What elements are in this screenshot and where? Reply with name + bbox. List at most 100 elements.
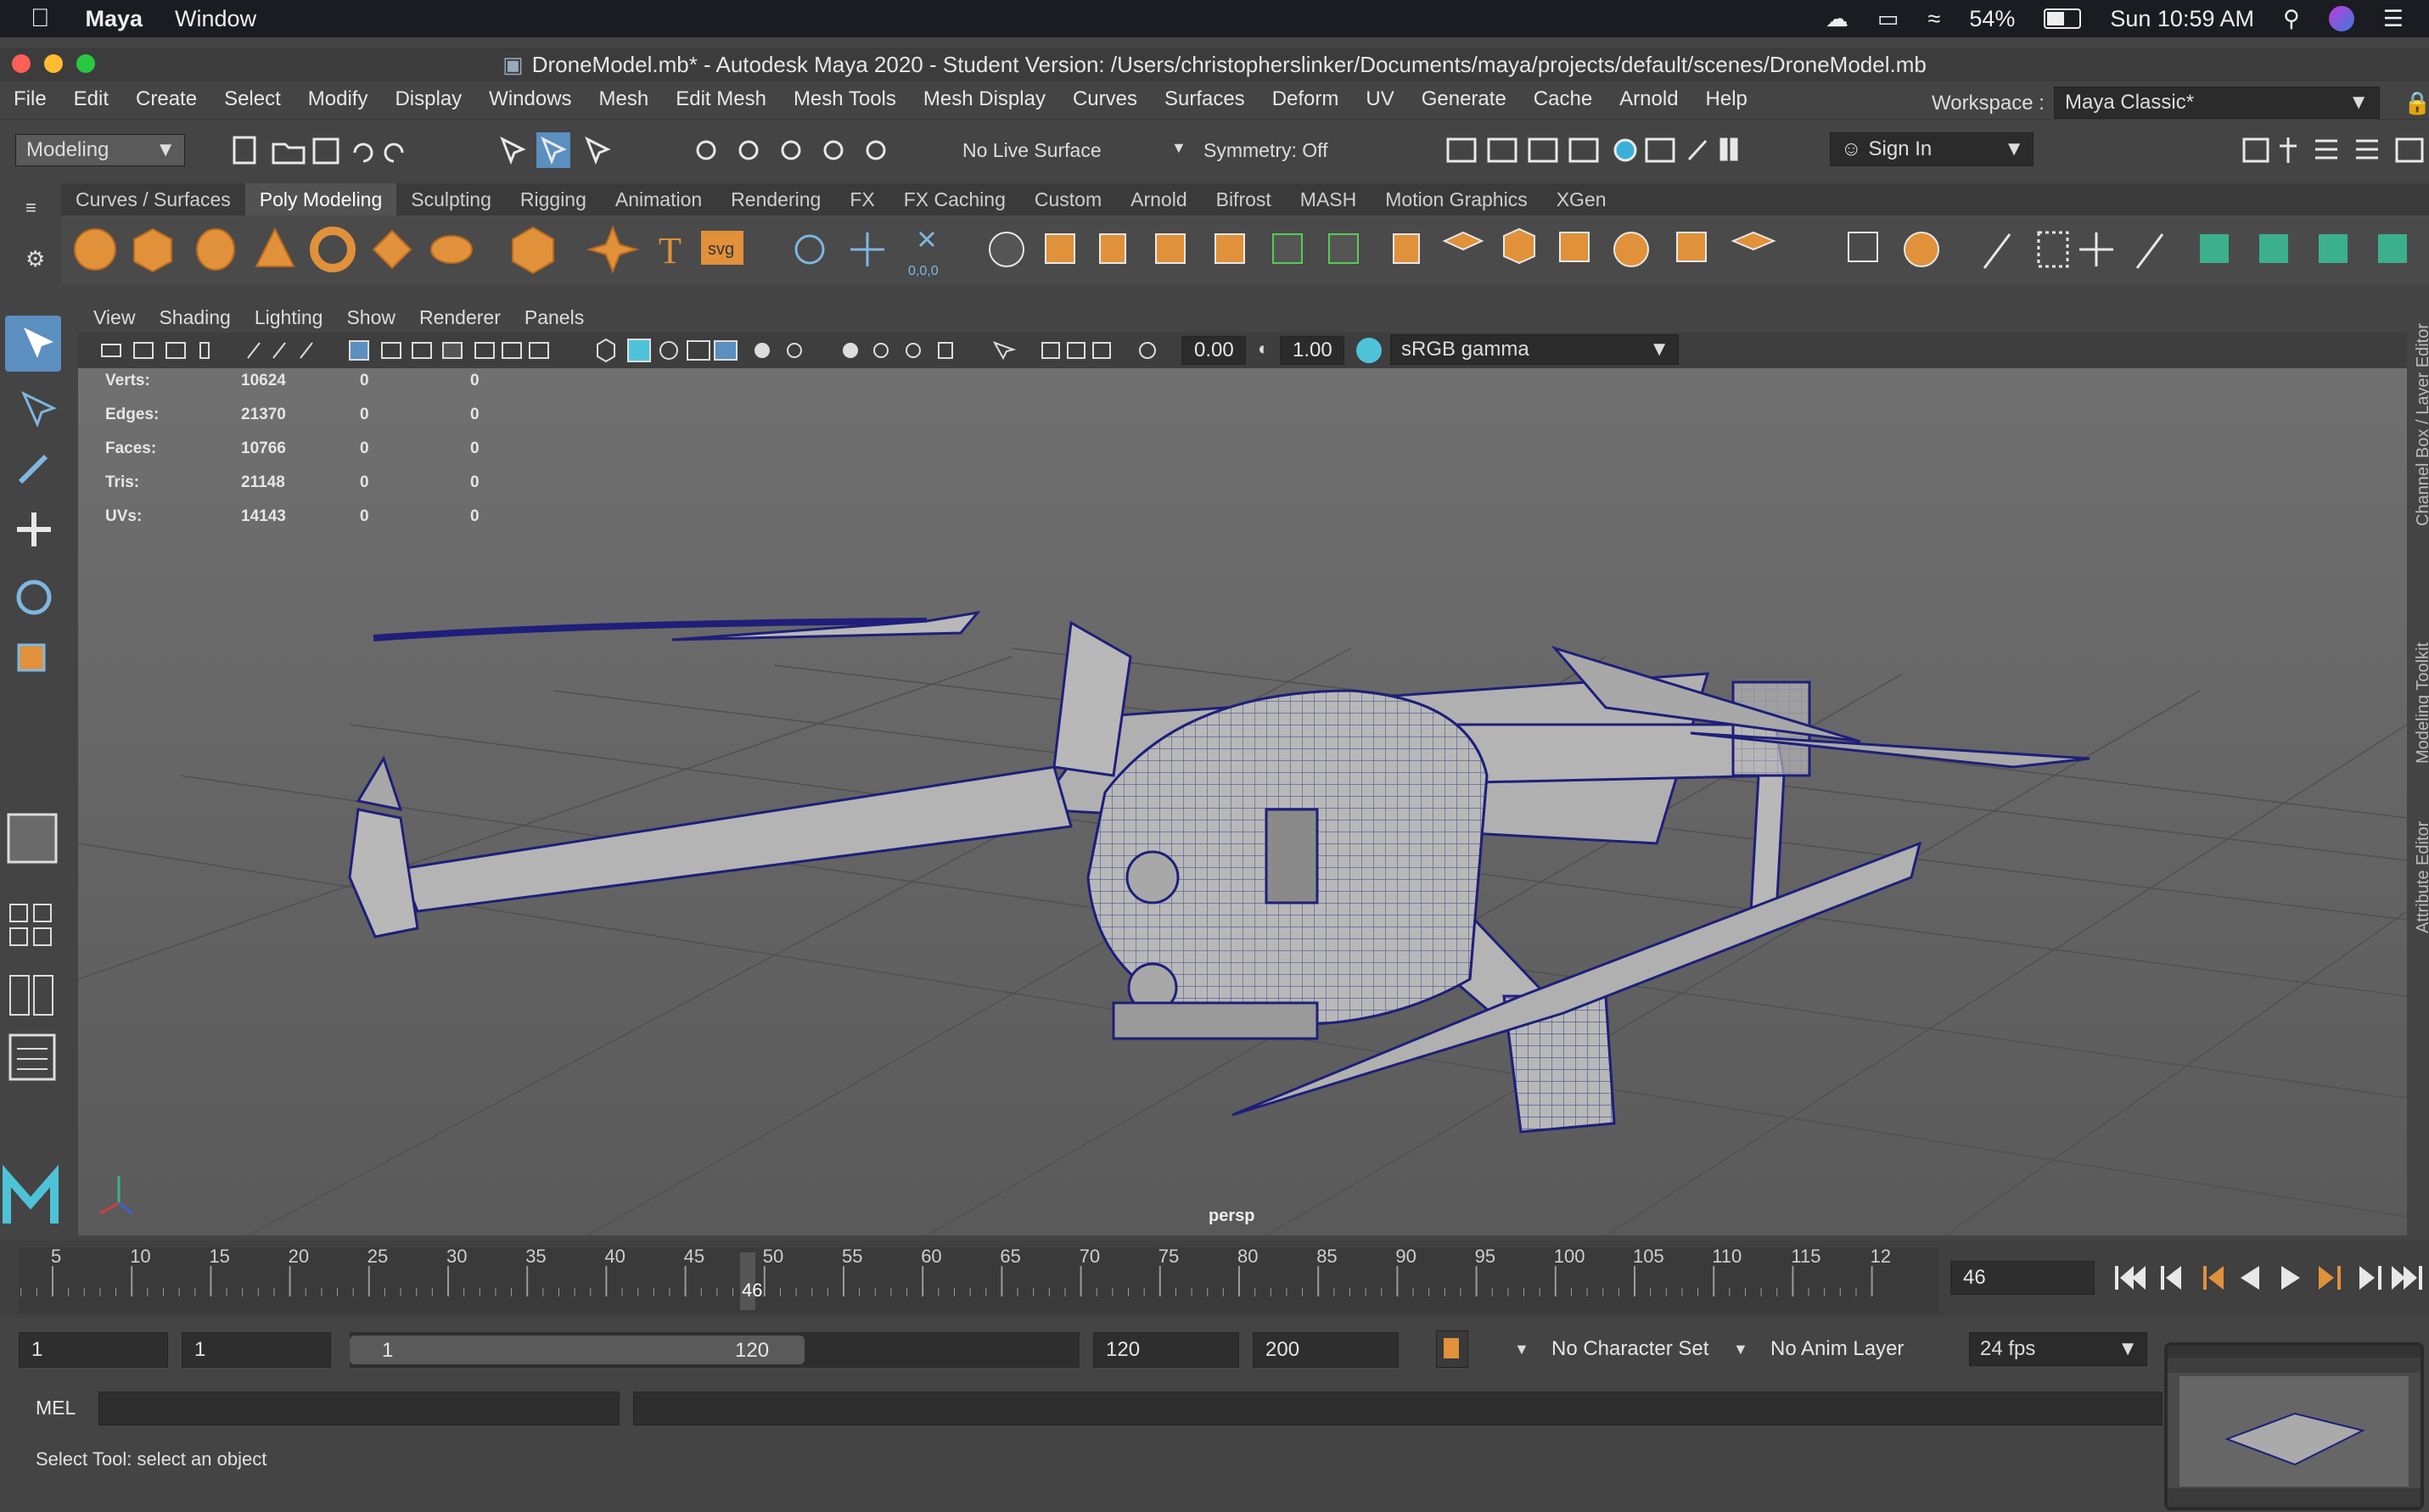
menu-arnold[interactable]: Arnold	[1606, 87, 1691, 111]
spotlight-search-icon[interactable]: ⚲	[2283, 6, 2300, 32]
menu-mesh-display[interactable]: Mesh Display	[910, 87, 1059, 111]
menu-uv[interactable]: UV	[1352, 87, 1407, 111]
tab-arnold[interactable]: Arnold	[1116, 183, 1201, 216]
tab-rigging[interactable]: Rigging	[506, 183, 601, 216]
exposure-field[interactable]: 0.00	[1181, 336, 1246, 365]
tab-animation[interactable]: Animation	[601, 183, 716, 216]
range-slider[interactable]: 1 120	[350, 1332, 1080, 1368]
panel-menu-renderer[interactable]: Renderer	[407, 306, 513, 329]
shelf-icons[interactable]: T svg 0,0,0	[61, 216, 2429, 285]
playback-controls[interactable]	[2108, 1259, 2429, 1296]
time-slider[interactable]: 5 10 15 20 25 30 35 40 45 50 55 60 65 70 75 80 85 90 95 100…	[19, 1246, 1938, 1313]
outliner-layout-icon[interactable]	[8, 1033, 56, 1081]
menu-set-dropdown[interactable]: Modeling ▼	[15, 134, 185, 166]
menu-surfaces[interactable]: Surfaces	[1151, 87, 1259, 111]
four-pane-layout-icon[interactable]	[9, 904, 28, 922]
workspace-dropdown[interactable]: Maya Classic* ▼	[2054, 87, 2380, 119]
side-tab-channel-box[interactable]: Channel Box / Layer Editor	[2414, 314, 2429, 560]
auto-key-button[interactable]	[1436, 1330, 1468, 1368]
mac-app-menu[interactable]: Maya	[86, 6, 143, 32]
playback-start-field[interactable]: 1	[182, 1332, 331, 1368]
end-time-field[interactable]: 200	[1253, 1332, 1399, 1368]
panel-menu-shading[interactable]: Shading	[147, 306, 242, 329]
minimize-window-button[interactable]	[44, 54, 63, 73]
render-icons[interactable]	[1434, 129, 1774, 171]
gamma-field[interactable]: 1.00	[1280, 336, 1344, 365]
menu-help[interactable]: Help	[1692, 87, 1761, 111]
menu-edit[interactable]: Edit	[60, 87, 122, 111]
panel-toggle-icons[interactable]	[2237, 129, 2429, 171]
fps-dropdown[interactable]: 24 fps ▼	[1969, 1332, 2147, 1366]
tab-fx-caching[interactable]: FX Caching	[889, 183, 1020, 216]
panel-toolbar-icons[interactable]	[78, 333, 1181, 368]
siri-icon[interactable]	[2328, 6, 2354, 31]
lasso-tool-icon[interactable]	[20, 390, 57, 428]
menu-curves[interactable]: Curves	[1059, 87, 1151, 111]
start-time-field[interactable]: 1	[19, 1332, 168, 1368]
panel-menu-lighting[interactable]: Lighting	[243, 306, 335, 329]
panel-menu-show[interactable]: Show	[334, 306, 407, 329]
menu-mesh[interactable]: Mesh	[586, 87, 663, 111]
menu-cache[interactable]: Cache	[1520, 87, 1606, 111]
control-center-icon[interactable]: ☰	[2383, 6, 2404, 32]
shelf-menu-icon[interactable]: ≡	[25, 197, 42, 219]
character-set-label[interactable]: No Character Set	[1551, 1337, 1708, 1361]
menu-deform[interactable]: Deform	[1259, 87, 1353, 111]
menu-modify[interactable]: Modify	[295, 87, 382, 111]
rotate-tool-icon[interactable]	[16, 580, 52, 615]
tab-curves-surfaces[interactable]: Curves / Surfaces	[61, 183, 245, 216]
command-input[interactable]	[98, 1392, 620, 1425]
tab-mash[interactable]: MASH	[1286, 183, 1371, 216]
menu-display[interactable]: Display	[381, 87, 475, 111]
chevron-down-icon[interactable]: ▼	[1514, 1341, 1529, 1358]
symmetry-label[interactable]: Symmetry: Off	[1203, 139, 1328, 162]
clock[interactable]: Sun 10:59 AM	[2110, 6, 2254, 32]
tab-poly-modeling[interactable]: Poly Modeling	[244, 183, 397, 216]
close-window-button[interactable]	[12, 54, 31, 73]
tab-motion-graphics[interactable]: Motion Graphics	[1371, 183, 1541, 216]
creative-cloud-icon[interactable]: ☁	[1826, 6, 1848, 32]
single-pane-layout-icon[interactable]	[7, 813, 58, 864]
color-management-toggle[interactable]	[1356, 338, 1382, 363]
paint-select-tool-icon[interactable]	[18, 454, 48, 484]
mac-window-menu[interactable]: Window	[175, 6, 256, 32]
airplay-icon[interactable]: ▭	[1877, 6, 1899, 32]
menu-mesh-tools[interactable]: Mesh Tools	[780, 87, 910, 111]
gamma-icon[interactable]: ◐	[1258, 338, 1269, 360]
live-surface-label[interactable]: No Live Surface	[962, 139, 1102, 162]
tab-rendering[interactable]: Rendering	[716, 183, 835, 216]
chevron-down-icon[interactable]: ▼	[1733, 1341, 1748, 1358]
zoom-window-button[interactable]	[76, 54, 95, 73]
move-tool-icon[interactable]	[17, 512, 51, 546]
color-space-dropdown[interactable]: sRGB gamma ▼	[1390, 334, 1679, 365]
apple-icon[interactable]: 	[31, 4, 50, 33]
menu-create[interactable]: Create	[122, 87, 210, 111]
anim-layer-label[interactable]: No Anim Layer	[1770, 1337, 1904, 1361]
lock-icon[interactable]: 🔒	[2404, 90, 2429, 116]
battery-icon[interactable]	[2044, 8, 2082, 29]
menu-edit-mesh[interactable]: Edit Mesh	[662, 87, 780, 111]
chevron-down-icon[interactable]: ▼	[1171, 139, 1186, 157]
scale-tool-icon[interactable]	[17, 643, 46, 672]
two-pane-layout-icon[interactable]	[9, 975, 30, 1016]
menu-select[interactable]: Select	[210, 87, 295, 111]
playback-end-field[interactable]: 120	[1093, 1332, 1239, 1368]
sign-in-dropdown[interactable]: ☺ Sign In ▼	[1830, 132, 2034, 166]
panel-menu-view[interactable]: View	[78, 306, 147, 329]
panel-menu-panels[interactable]: Panels	[513, 306, 596, 329]
tab-bifrost[interactable]: Bifrost	[1202, 183, 1286, 216]
wifi-icon[interactable]: ≈	[1928, 6, 1941, 32]
tab-sculpting[interactable]: Sculpting	[396, 183, 506, 216]
tab-fx[interactable]: FX	[835, 183, 889, 216]
tab-custom[interactable]: Custom	[1020, 183, 1116, 216]
command-language-label[interactable]: MEL	[36, 1397, 76, 1420]
tab-xgen[interactable]: XGen	[1542, 183, 1621, 216]
menu-generate[interactable]: Generate	[1408, 87, 1520, 111]
statusline-icons[interactable]	[222, 129, 944, 171]
side-tab-modeling-toolkit[interactable]: Modeling Toolkit	[2414, 594, 2429, 772]
menu-file[interactable]: File	[0, 87, 60, 111]
shelf-settings-icon[interactable]: ⚙	[25, 246, 45, 272]
current-frame-field[interactable]: 46	[1950, 1261, 2095, 1295]
menu-windows[interactable]: Windows	[475, 87, 585, 111]
side-tab-attribute-editor[interactable]: Attribute Editor	[2414, 789, 2429, 942]
